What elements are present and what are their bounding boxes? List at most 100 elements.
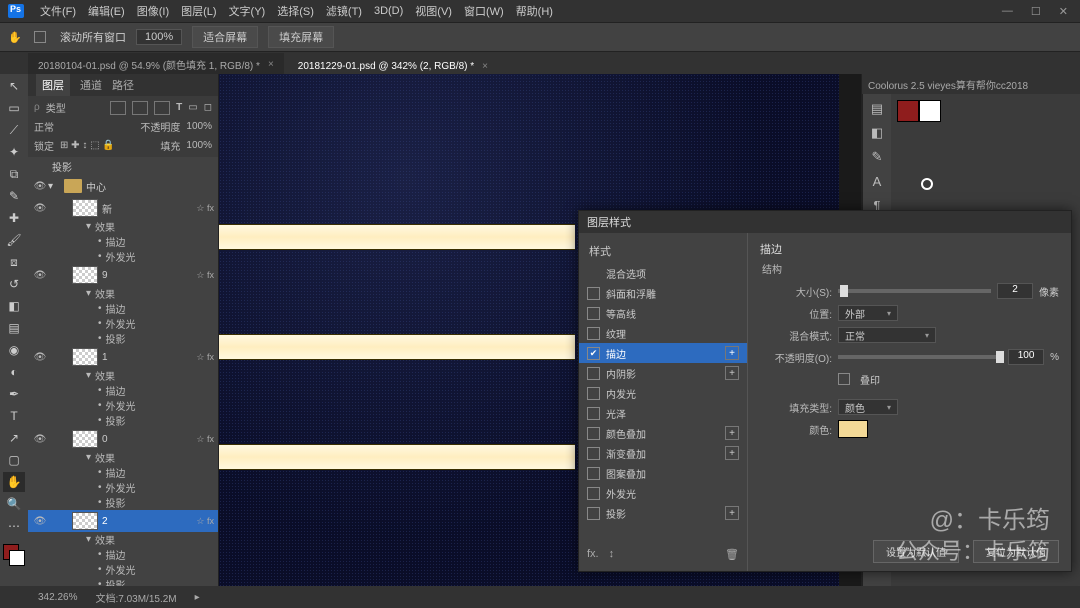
hand-tool-icon[interactable]: ✋ bbox=[3, 472, 25, 492]
move-tool-icon[interactable]: ↖ bbox=[3, 76, 25, 96]
style-row[interactable]: 内阴影+ bbox=[579, 363, 747, 383]
menu-type[interactable]: 文字(Y) bbox=[229, 3, 266, 19]
tab-paths[interactable]: 路径 bbox=[112, 77, 134, 93]
heal-tool-icon[interactable]: ✚ bbox=[3, 208, 25, 228]
dodge-tool-icon[interactable]: ◐ bbox=[3, 362, 25, 382]
layer-row[interactable]: 👁9☆ fx bbox=[28, 264, 218, 286]
layer-effect-item[interactable]: •外发光 bbox=[28, 249, 218, 264]
layer-effect-item[interactable]: •投影 bbox=[28, 331, 218, 346]
layer-effects-header[interactable]: ▾效果 bbox=[28, 286, 218, 301]
pen-tool-icon[interactable]: ✒ bbox=[3, 384, 25, 404]
menu-file[interactable]: 文件(F) bbox=[40, 3, 76, 19]
layer-effects-header[interactable]: ▾效果 bbox=[28, 450, 218, 465]
blendmode-select[interactable]: 正常▾ bbox=[838, 327, 936, 343]
layer-effect-item[interactable]: •外发光 bbox=[28, 480, 218, 495]
layer-effect-item[interactable]: •投影 bbox=[28, 577, 218, 586]
layer-effect-item[interactable]: •描边 bbox=[28, 301, 218, 316]
status-zoom[interactable]: 342.26% bbox=[38, 592, 77, 603]
close-icon[interactable]: × bbox=[482, 61, 488, 72]
style-row[interactable]: 投影+ bbox=[579, 503, 747, 523]
history-panel-icon[interactable]: ▤ bbox=[867, 100, 887, 118]
layer-effects-header[interactable]: ▾效果 bbox=[28, 532, 218, 547]
close-icon[interactable]: × bbox=[268, 59, 274, 70]
layer-effect-item[interactable]: •外发光 bbox=[28, 562, 218, 577]
menu-image[interactable]: 图像(I) bbox=[137, 3, 169, 19]
status-doc[interactable]: 文档:7.03M/15.2M bbox=[95, 590, 176, 605]
style-row[interactable]: 内发光 bbox=[579, 383, 747, 403]
layer-folder[interactable]: 👁▾中心 bbox=[28, 175, 218, 197]
color-panel-icon[interactable]: ◧ bbox=[867, 124, 887, 142]
blend-options-row[interactable]: 混合选项 bbox=[579, 263, 747, 283]
menu-select[interactable]: 选择(S) bbox=[277, 3, 314, 19]
stroke-color-swatch[interactable] bbox=[838, 420, 868, 438]
background-swatch[interactable] bbox=[9, 550, 25, 566]
fit-screen-button[interactable]: 适合屏幕 bbox=[192, 26, 258, 48]
path-tool-icon[interactable]: ↗ bbox=[3, 428, 25, 448]
prev-color-swatch[interactable] bbox=[919, 100, 941, 122]
window-max-icon[interactable]: ☐ bbox=[1031, 5, 1041, 18]
layer-effect-item[interactable]: •描边 bbox=[28, 465, 218, 480]
crop-tool-icon[interactable]: ⧉ bbox=[3, 164, 25, 184]
window-close-icon[interactable]: ✕ bbox=[1059, 5, 1068, 18]
layer-effect-item[interactable]: •描边 bbox=[28, 383, 218, 398]
lasso-tool-icon[interactable]: ⟋ bbox=[3, 120, 25, 140]
layer-row[interactable]: 👁0☆ fx bbox=[28, 428, 218, 450]
set-default-button[interactable]: 设置为默认值 bbox=[873, 540, 959, 563]
layer-row[interactable]: 👁新☆ fx bbox=[28, 197, 218, 219]
fx-more-icon[interactable]: ↕ bbox=[609, 548, 615, 561]
fx-add-icon[interactable]: fx. bbox=[587, 548, 599, 561]
brush-panel-icon[interactable]: ✎ bbox=[867, 148, 887, 166]
hand-tool-icon[interactable]: ✋ bbox=[6, 29, 24, 45]
menu-help[interactable]: 帮助(H) bbox=[516, 3, 553, 19]
tab-layers[interactable]: 图层 bbox=[36, 74, 70, 96]
fx-trash-icon[interactable]: 🗑 bbox=[725, 548, 739, 561]
eraser-tool-icon[interactable]: ◧ bbox=[3, 296, 25, 316]
zoom-tool-icon[interactable]: 🔍 bbox=[3, 494, 25, 514]
fill-value[interactable]: 100% bbox=[186, 140, 212, 151]
style-row[interactable]: 外发光 bbox=[579, 483, 747, 503]
scroll-all-checkbox[interactable] bbox=[34, 31, 46, 43]
more-tools-icon[interactable]: ⋯ bbox=[3, 516, 25, 536]
style-row[interactable]: 渐变叠加+ bbox=[579, 443, 747, 463]
menu-edit[interactable]: 编辑(E) bbox=[88, 3, 125, 19]
gradient-tool-icon[interactable]: ▤ bbox=[3, 318, 25, 338]
overprint-checkbox[interactable] bbox=[838, 373, 850, 385]
type-tool-icon[interactable]: T bbox=[3, 406, 25, 426]
style-row[interactable]: 颜色叠加+ bbox=[579, 423, 747, 443]
style-row[interactable]: 等高线 bbox=[579, 303, 747, 323]
layer-effect-item[interactable]: •描边 bbox=[28, 547, 218, 562]
menu-layer[interactable]: 图层(L) bbox=[181, 3, 216, 19]
style-row[interactable]: 纹理 bbox=[579, 323, 747, 343]
layer-effect-item[interactable]: •投影 bbox=[28, 413, 218, 428]
style-row[interactable]: 图案叠加 bbox=[579, 463, 747, 483]
wand-tool-icon[interactable]: ✦ bbox=[3, 142, 25, 162]
layer-effects-header[interactable]: ▾效果 bbox=[28, 219, 218, 234]
doc-tab-1[interactable]: 20180104-01.psd @ 54.9% (颜色填充 1, RGB/8) … bbox=[28, 53, 284, 76]
stamp-tool-icon[interactable]: ⧈ bbox=[3, 252, 25, 272]
layer-row[interactable]: 👁2☆ fx bbox=[28, 510, 218, 532]
menu-view[interactable]: 视图(V) bbox=[415, 3, 452, 19]
menu-3d[interactable]: 3D(D) bbox=[374, 5, 403, 17]
fill-screen-button[interactable]: 填充屏幕 bbox=[268, 26, 334, 48]
opacity-slider[interactable] bbox=[838, 355, 1002, 359]
filltype-select[interactable]: 颜色▾ bbox=[838, 399, 898, 415]
position-select[interactable]: 外部▾ bbox=[838, 305, 898, 321]
style-row[interactable]: ✔描边+ bbox=[579, 343, 747, 363]
layer-effect-item[interactable]: •投影 bbox=[28, 495, 218, 510]
menu-filter[interactable]: 滤镜(T) bbox=[326, 3, 362, 19]
style-row[interactable]: 斜面和浮雕 bbox=[579, 283, 747, 303]
layer-effect-item[interactable]: •外发光 bbox=[28, 316, 218, 331]
opacity-value[interactable]: 100% bbox=[186, 121, 212, 132]
style-row[interactable]: 光泽 bbox=[579, 403, 747, 423]
shape-tool-icon[interactable]: ▢ bbox=[3, 450, 25, 470]
brush-tool-icon[interactable]: 🖌 bbox=[3, 230, 25, 250]
blur-tool-icon[interactable]: ◉ bbox=[3, 340, 25, 360]
layer-group-head[interactable]: 投影 bbox=[28, 157, 218, 175]
reset-default-button[interactable]: 复位为默认值 bbox=[973, 540, 1059, 563]
layer-row[interactable]: 👁1☆ fx bbox=[28, 346, 218, 368]
layer-effects-header[interactable]: ▾效果 bbox=[28, 368, 218, 383]
history-brush-icon[interactable]: ↺ bbox=[3, 274, 25, 294]
color-swatches[interactable] bbox=[3, 544, 25, 566]
size-slider[interactable] bbox=[838, 289, 991, 293]
opacity-input[interactable]: 100 bbox=[1008, 349, 1044, 365]
